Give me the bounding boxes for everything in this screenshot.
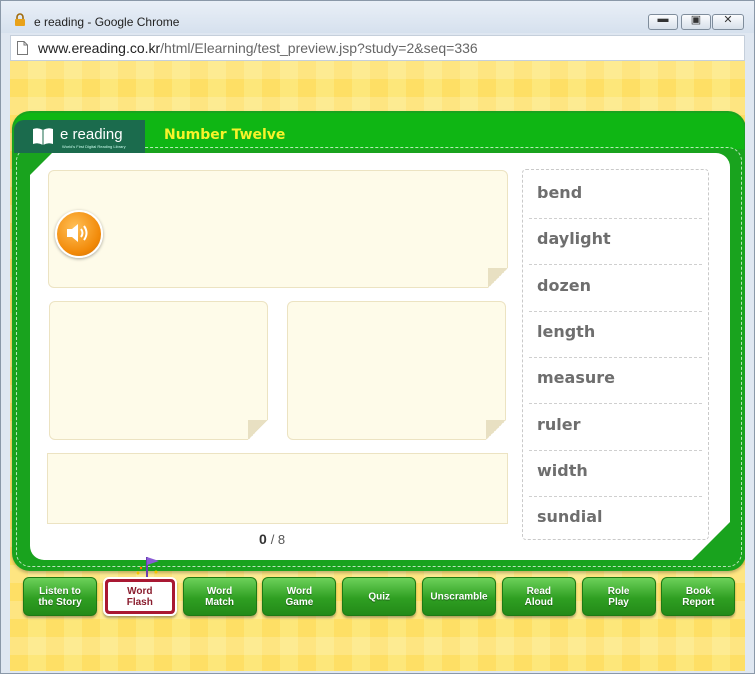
word-item[interactable]: ruler (537, 415, 697, 434)
picture-card-left[interactable] (49, 301, 268, 440)
unit-title: Number Twelve (164, 127, 286, 143)
picture-card-right[interactable] (287, 301, 506, 440)
score-total: / 8 (270, 532, 286, 547)
menu-button-label: Book Report (682, 585, 715, 608)
menu-button-label: Role Play (607, 585, 630, 608)
word-list: bend daylight dozen length measure ruler width… (522, 169, 709, 540)
content-panel: 0 / 8 bend daylight dozen length measure rule… (30, 153, 730, 560)
browser-window: e reading - Google Chrome ▬ ▣ ✕ www.erea… (0, 0, 755, 674)
menu-button-word-match[interactable]: Word Match (182, 577, 257, 616)
speaker-icon (67, 224, 88, 242)
address-bar[interactable]: www.ereading.co.kr/html/Elearning/test_p… (10, 35, 745, 61)
word-divider (529, 356, 702, 358)
url-text[interactable]: www.ereading.co.kr/html/Elearning/test_p… (38, 40, 478, 56)
word-divider (529, 495, 702, 497)
word-divider (529, 310, 702, 312)
menu-button-label: Word Match (205, 585, 235, 608)
minimize-button[interactable]: ▬ (648, 13, 678, 30)
menu-button-quiz[interactable]: Quiz (342, 577, 417, 616)
menu-button-role-play[interactable]: Role Play (581, 577, 656, 616)
word-divider (529, 218, 702, 219)
word-item[interactable]: measure (537, 368, 697, 387)
menu-button-book-report[interactable]: Book Report (661, 577, 736, 616)
menu-button-word-flash[interactable]: Word Flash (102, 577, 177, 616)
minimize-icon: ▬ (657, 13, 669, 25)
menu-button-label: Listen to the Story (38, 585, 82, 608)
page-fold (248, 420, 268, 440)
menu-button-unscramble[interactable]: Unscramble (422, 577, 496, 616)
page-content: e reading World's First Digital Reading … (10, 61, 745, 671)
sentence-card (47, 453, 508, 524)
page-fold (488, 268, 508, 288)
word-item[interactable]: dozen (537, 276, 697, 295)
maximize-button[interactable]: ▣ (681, 14, 711, 30)
ereading-logo[interactable]: e reading World's First Digital Reading … (14, 120, 145, 153)
logo-text: e reading (60, 126, 123, 143)
word-item[interactable]: bend (537, 183, 697, 202)
url-path: /html/Elearning/test_preview.jsp?study=2… (160, 40, 478, 56)
word-card (48, 170, 508, 288)
word-item[interactable]: sundial (537, 507, 697, 526)
menu-button-read-aloud[interactable]: Read Aloud (501, 577, 576, 616)
menu-button-listen-to-the-story[interactable]: Listen to the Story (23, 577, 97, 616)
close-icon: ✕ (723, 14, 733, 26)
window-title: e reading - Google Chrome (34, 15, 180, 29)
book-logo-icon (33, 128, 53, 145)
flag-icon (136, 557, 159, 579)
word-divider (529, 449, 702, 451)
title-bar: e reading - Google Chrome ▬ ▣ ✕ (1, 1, 754, 33)
menu-button-word-game[interactable]: Word Game (262, 577, 337, 616)
close-button[interactable]: ✕ (712, 14, 744, 30)
app-lock-icon (15, 13, 25, 26)
score-current: 0 (259, 531, 267, 547)
page-icon (17, 41, 28, 55)
menu-button-label: Word Game (285, 585, 314, 608)
speaker-button[interactable] (55, 210, 103, 258)
word-divider (529, 403, 702, 405)
page-fold (486, 420, 506, 440)
logo-subtitle: World's First Digital Reading Library (62, 144, 126, 149)
menu-button-label: Read Aloud (524, 585, 553, 608)
word-item[interactable]: width (537, 461, 697, 480)
menu-button-label: Quiz (368, 591, 391, 602)
menu-button-label: Word Flash (126, 585, 153, 608)
url-host: www.ereading.co.kr (38, 40, 161, 56)
word-item[interactable]: length (537, 322, 697, 341)
word-divider (529, 264, 702, 266)
activity-board: e reading World's First Digital Reading … (12, 111, 745, 571)
score-counter: 0 / 8 (259, 531, 285, 547)
word-item[interactable]: daylight (537, 229, 697, 248)
menu-button-label: Unscramble (430, 591, 488, 602)
maximize-icon: ▣ (690, 14, 702, 26)
